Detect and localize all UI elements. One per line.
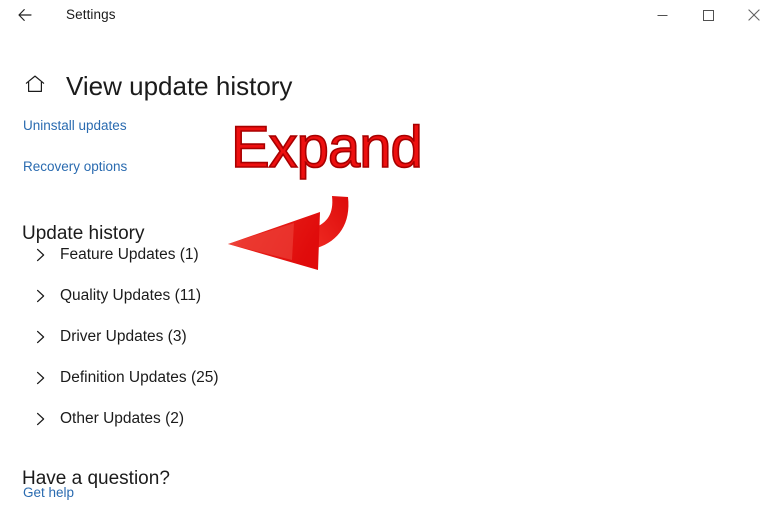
chevron-right-icon <box>32 244 54 266</box>
expander-label: Other Updates (2) <box>60 409 185 427</box>
page-title: View update history <box>66 71 293 102</box>
expander-label: Quality Updates (11) <box>60 286 201 304</box>
minimize-button[interactable] <box>639 0 685 30</box>
expander-definition-updates[interactable]: Definition Updates (25) <box>32 357 332 398</box>
uninstall-updates-link[interactable]: Uninstall updates <box>23 117 127 135</box>
app-title: Settings <box>66 7 116 22</box>
home-button[interactable] <box>22 73 48 99</box>
minimize-icon <box>657 10 668 21</box>
expander-feature-updates[interactable]: Feature Updates (1) <box>32 234 332 275</box>
chevron-right-icon <box>32 326 54 348</box>
back-button[interactable] <box>8 3 42 27</box>
expander-label: Driver Updates (3) <box>60 327 187 345</box>
chevron-right-icon <box>32 408 54 430</box>
expander-other-updates[interactable]: Other Updates (2) <box>32 398 332 439</box>
expander-quality-updates[interactable]: Quality Updates (11) <box>32 275 332 316</box>
maximize-button[interactable] <box>685 0 731 30</box>
recovery-options-link[interactable]: Recovery options <box>23 158 127 176</box>
close-icon <box>748 9 760 21</box>
back-arrow-icon <box>16 6 34 24</box>
close-button[interactable] <box>731 0 777 30</box>
chevron-right-icon <box>32 285 54 307</box>
expander-label: Feature Updates (1) <box>60 245 199 263</box>
annotation-label: Expand <box>230 115 423 181</box>
maximize-icon <box>702 9 714 21</box>
get-help-link[interactable]: Get help <box>23 484 74 502</box>
expander-label: Definition Updates (25) <box>60 368 219 386</box>
update-history-list: Feature Updates (1) Quality Updates (11)… <box>32 234 452 439</box>
home-icon <box>24 73 46 100</box>
chevron-right-icon <box>32 367 54 389</box>
expander-driver-updates[interactable]: Driver Updates (3) <box>32 316 332 357</box>
window-titlebar: Settings <box>0 0 777 30</box>
window-controls <box>639 0 777 30</box>
page-header: View update history <box>22 52 292 121</box>
